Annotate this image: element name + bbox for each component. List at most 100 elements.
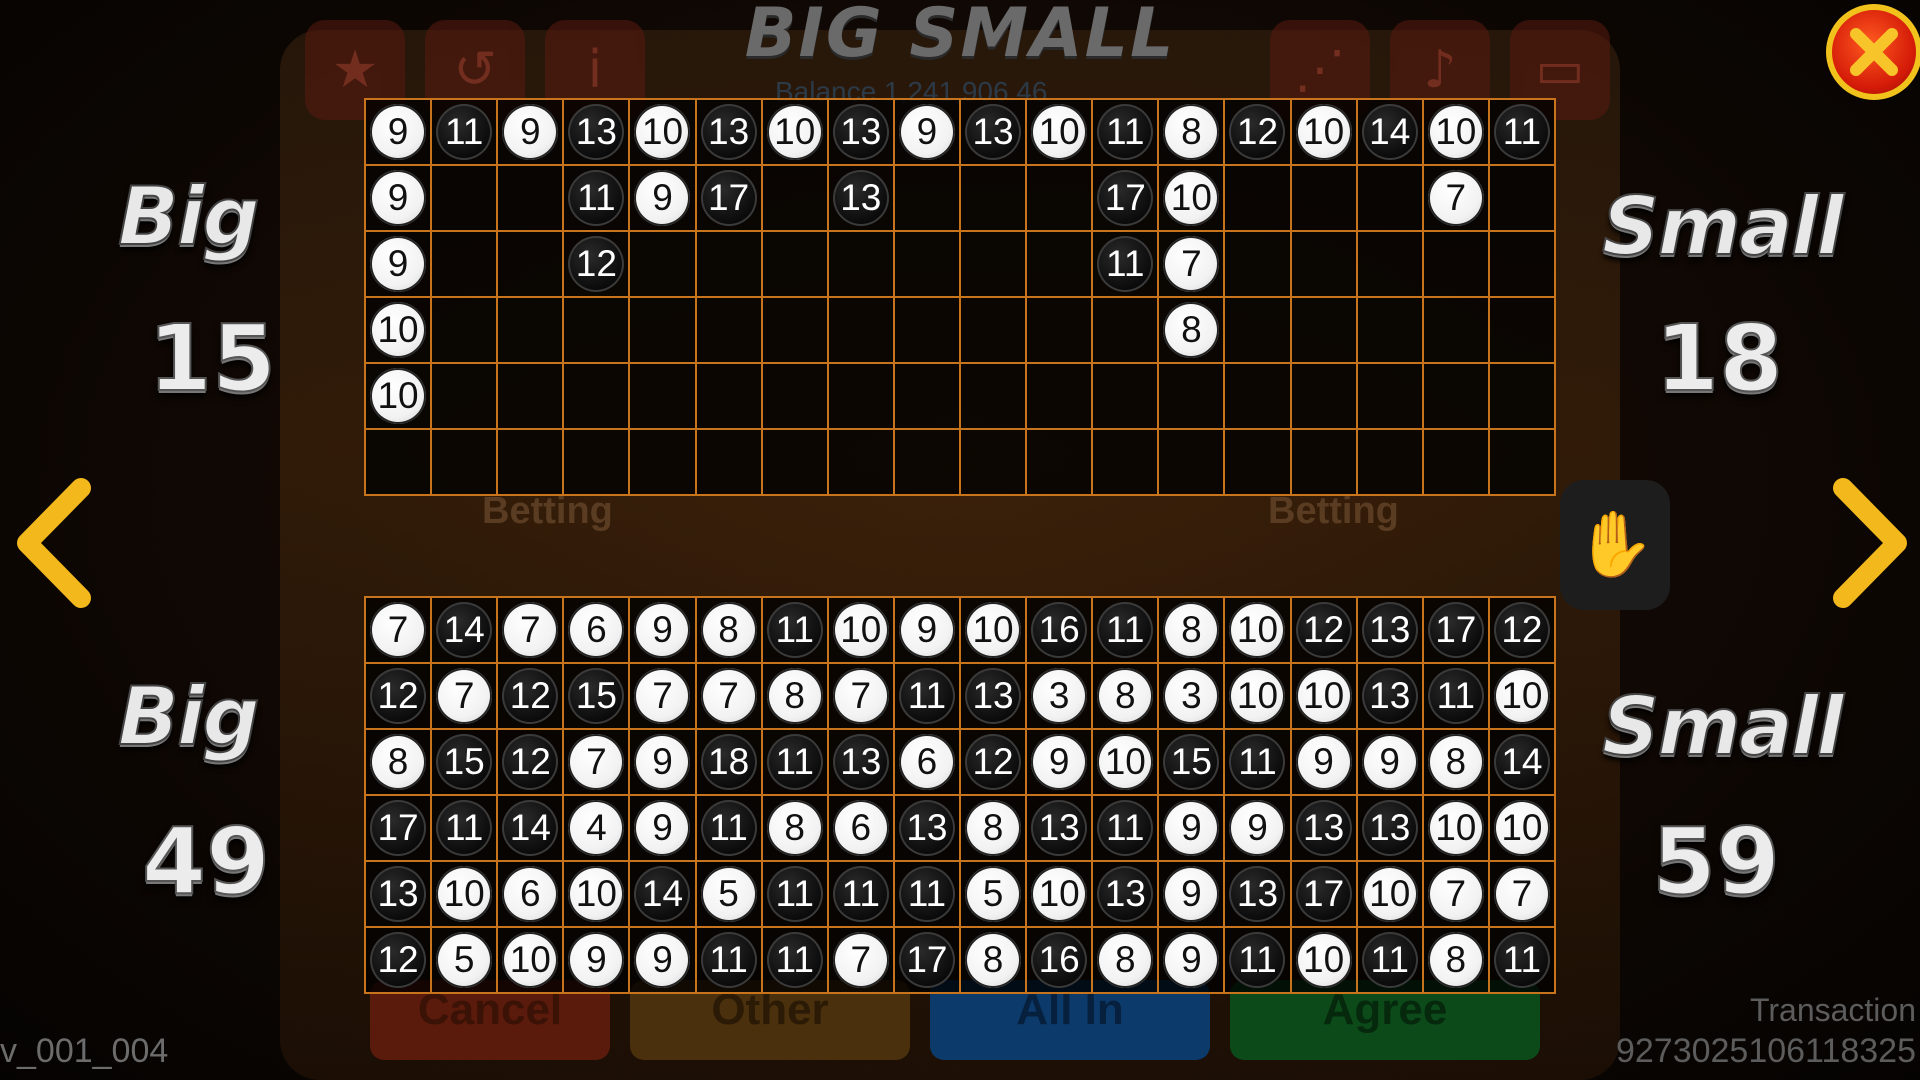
result-ball: 11 xyxy=(766,734,823,790)
result-ball: 13 xyxy=(965,668,1022,724)
top-cell xyxy=(1489,430,1556,496)
result-ball: 10 xyxy=(1229,602,1286,658)
bottom-cell: 10 xyxy=(1093,730,1160,796)
top-cell xyxy=(762,430,829,496)
prev-page-button[interactable] xyxy=(8,478,98,608)
result-ball: 13 xyxy=(1097,866,1154,922)
top-cell xyxy=(498,166,565,232)
bottom-cell: 10 xyxy=(961,598,1028,664)
next-page-button[interactable] xyxy=(1826,478,1916,608)
top-cell: 9 xyxy=(366,100,433,166)
hand-icon: ✋ xyxy=(1560,480,1670,610)
top-cell: 11 xyxy=(1093,100,1160,166)
result-ball: 11 xyxy=(700,932,757,988)
result-ball: 7 xyxy=(700,668,757,724)
result-ball: 13 xyxy=(1229,866,1286,922)
close-icon xyxy=(1850,28,1898,76)
bottom-cell: 9 xyxy=(630,928,697,994)
bottom-cell: 6 xyxy=(828,796,895,862)
betting-label-left: Betting xyxy=(482,490,613,532)
result-ball: 6 xyxy=(568,602,625,658)
result-ball: 11 xyxy=(766,602,823,658)
bottom-cell: 13 xyxy=(894,796,961,862)
result-ball: 9 xyxy=(568,932,625,988)
top-cell: 13 xyxy=(828,166,895,232)
bottom-cell: 9 xyxy=(630,796,697,862)
betting-label-right: Betting xyxy=(1268,490,1399,532)
result-ball: 17 xyxy=(898,932,955,988)
top-cell xyxy=(961,364,1028,430)
result-ball: 8 xyxy=(1163,104,1220,160)
result-ball: 11 xyxy=(1493,104,1550,160)
result-ball: 10 xyxy=(832,602,889,658)
bottom-cell: 12 xyxy=(1291,598,1358,664)
top-cell xyxy=(696,232,763,298)
result-ball: 9 xyxy=(634,602,691,658)
result-ball: 8 xyxy=(1097,668,1154,724)
top-cell: 10 xyxy=(762,100,829,166)
top-cell xyxy=(1027,298,1094,364)
top-cell xyxy=(1357,430,1424,496)
bottom-cell: 12 xyxy=(498,664,565,730)
top-cell xyxy=(1423,430,1490,496)
bottom-cell: 10 xyxy=(1489,664,1556,730)
bottom-cell: 10 xyxy=(498,928,565,994)
top-cell xyxy=(432,298,499,364)
top-cell xyxy=(961,232,1028,298)
result-ball: 9 xyxy=(634,734,691,790)
top-cell: 11 xyxy=(564,166,631,232)
top-cell xyxy=(1357,166,1424,232)
bottom-cell: 8 xyxy=(762,664,829,730)
bottom-cell: 11 xyxy=(762,928,829,994)
top-cell xyxy=(1027,364,1094,430)
bottom-cell: 11 xyxy=(828,862,895,928)
top-cell: 9 xyxy=(630,166,697,232)
result-ball: 17 xyxy=(700,170,757,226)
top-cell: 10 xyxy=(366,298,433,364)
top-cell xyxy=(1225,430,1292,496)
bottom-cell: 5 xyxy=(696,862,763,928)
result-ball: 14 xyxy=(436,602,493,658)
result-ball: 13 xyxy=(700,104,757,160)
top-cell xyxy=(432,232,499,298)
result-ball: 14 xyxy=(1493,734,1550,790)
bottom-cell: 5 xyxy=(961,862,1028,928)
result-ball: 12 xyxy=(370,668,427,724)
top-cell: 9 xyxy=(894,100,961,166)
top-cell xyxy=(1159,430,1226,496)
result-ball: 17 xyxy=(1295,866,1352,922)
bottom-cell: 8 xyxy=(961,796,1028,862)
result-ball: 13 xyxy=(965,104,1022,160)
game-title: BIG SMALL xyxy=(744,0,1176,73)
top-cell xyxy=(1423,298,1490,364)
bottom-cell: 9 xyxy=(630,730,697,796)
result-ball: 5 xyxy=(436,932,493,988)
bottom-cell: 7 xyxy=(1489,862,1556,928)
top-cell xyxy=(696,430,763,496)
result-ball: 9 xyxy=(1031,734,1088,790)
result-ball: 10 xyxy=(1229,668,1286,724)
result-ball: 11 xyxy=(766,866,823,922)
result-ball: 10 xyxy=(1097,734,1154,790)
bottom-cell: 9 xyxy=(1357,730,1424,796)
transaction-label: Transaction xyxy=(1750,992,1916,1028)
bottom-cell: 8 xyxy=(961,928,1028,994)
result-ball: 10 xyxy=(502,932,559,988)
top-small-label: Small xyxy=(1601,179,1845,274)
result-ball: 9 xyxy=(370,104,427,160)
result-ball: 14 xyxy=(1361,104,1418,160)
result-ball: 13 xyxy=(1361,668,1418,724)
close-button[interactable] xyxy=(1826,4,1920,100)
result-ball: 11 xyxy=(700,800,757,856)
bottom-cell: 11 xyxy=(894,862,961,928)
bottom-cell: 8 xyxy=(366,730,433,796)
result-ball: 6 xyxy=(502,866,559,922)
bottom-cell: 17 xyxy=(1291,862,1358,928)
result-ball: 13 xyxy=(1361,800,1418,856)
result-ball: 10 xyxy=(1163,170,1220,226)
version-text: v_001_004 xyxy=(0,1032,169,1070)
bottom-cell: 13 xyxy=(1093,862,1160,928)
result-ball: 8 xyxy=(766,668,823,724)
bottom-cell: 13 xyxy=(961,664,1028,730)
result-ball: 10 xyxy=(568,866,625,922)
